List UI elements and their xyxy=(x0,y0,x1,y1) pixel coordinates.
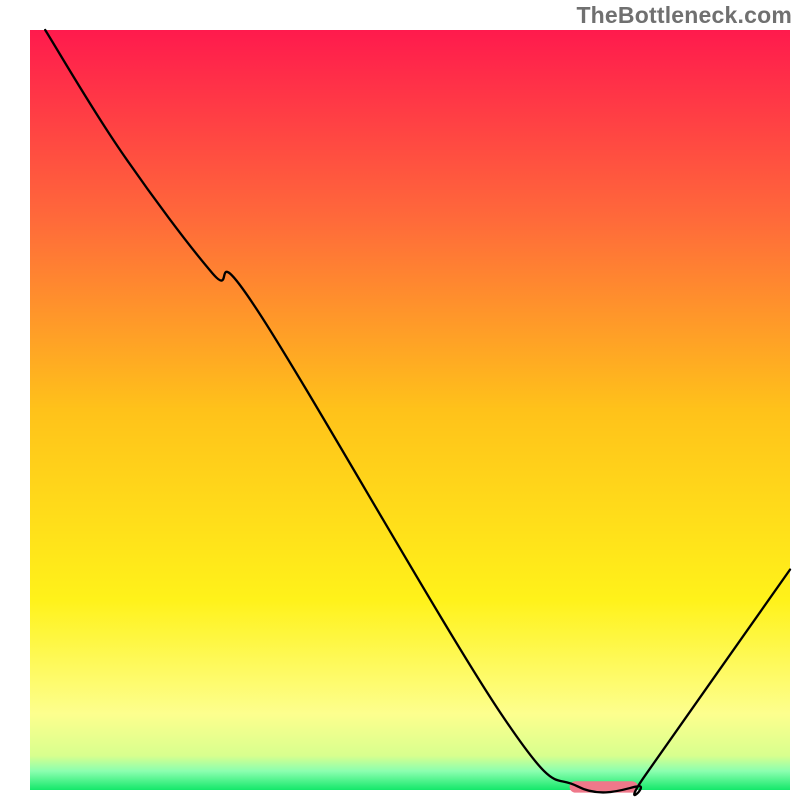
bottleneck-chart xyxy=(0,0,800,800)
gradient-background xyxy=(30,30,790,790)
watermark-text: TheBottleneck.com xyxy=(576,2,792,29)
